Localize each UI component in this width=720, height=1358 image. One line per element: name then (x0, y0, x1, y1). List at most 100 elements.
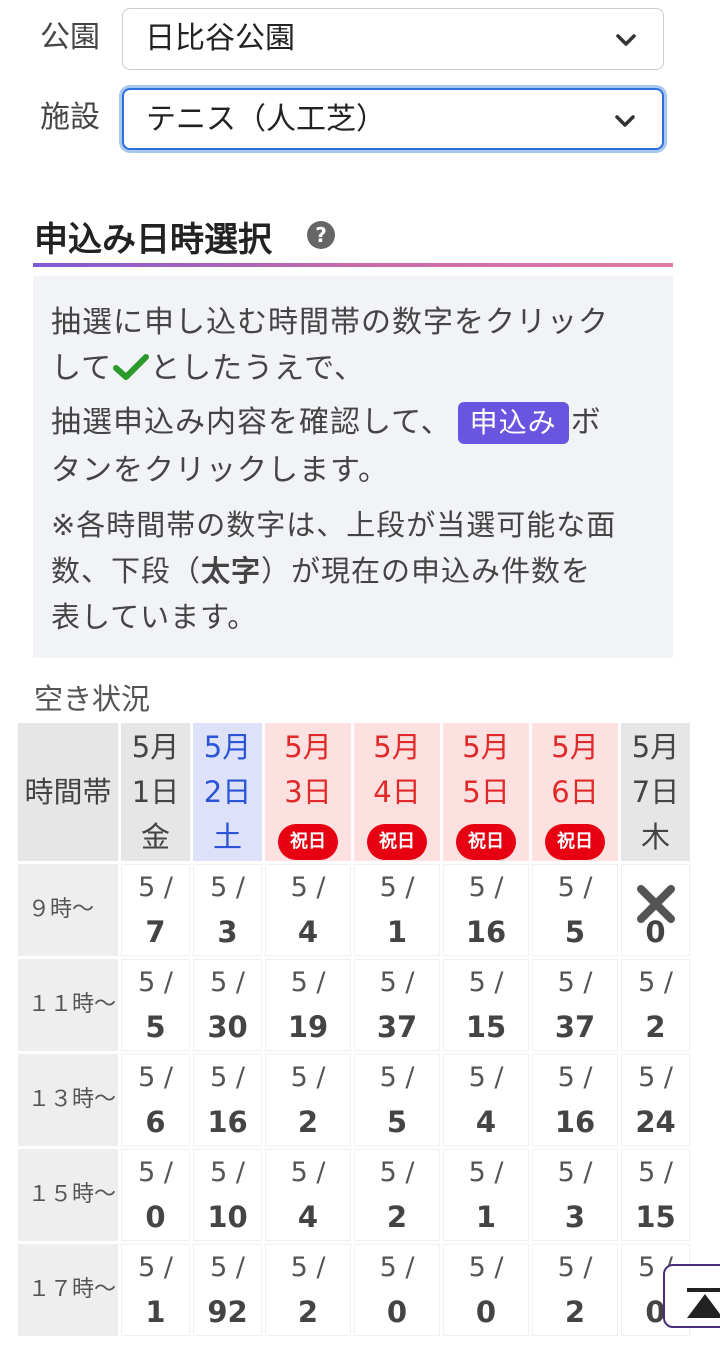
slot-cell[interactable]: 5 /1 (354, 864, 440, 956)
scroll-to-top-button[interactable] (663, 1264, 720, 1328)
application-count: 4 (475, 1105, 497, 1139)
slot-cell[interactable]: 5 /3 (193, 864, 262, 956)
application-count: 5 (145, 1010, 166, 1044)
application-count: 2 (297, 1295, 319, 1329)
slot-cell[interactable]: 5 /7 (121, 864, 190, 956)
day-date: 3日 (284, 774, 332, 809)
time-slot-label: １７時〜 (18, 1244, 118, 1336)
slot-cell[interactable]: 5 /2 (621, 959, 690, 1051)
application-count: 3 (564, 1200, 586, 1234)
slot-cell[interactable]: 5 /92 (193, 1244, 262, 1336)
instruction-line-2-pre: して (51, 351, 113, 386)
park-select[interactable]: 日比谷公園 (122, 8, 664, 70)
slot-cell[interactable]: 5 /16 (193, 1054, 262, 1146)
slot-cell[interactable]: 5 /5 (354, 1054, 440, 1146)
application-count: 4 (297, 915, 319, 949)
application-count: 1 (475, 1200, 497, 1234)
application-count: 5 (386, 1105, 408, 1139)
slot-cell[interactable]: 5 /2 (532, 1244, 618, 1336)
instruction-line-2: して としたうえで、 (51, 346, 661, 392)
note-bold-text: 太字 (201, 554, 262, 588)
slot-cell[interactable]: 5 /5 (121, 959, 190, 1051)
day-header: 5月 7日木 (621, 723, 690, 861)
available-courts: 5 / (290, 1157, 326, 1188)
application-count: 16 (554, 1105, 596, 1139)
slot-cell[interactable]: 5 /6 (121, 1054, 190, 1146)
slot-cell[interactable]: 5 /16 (532, 1054, 618, 1146)
slot-cell[interactable]: 5 /30 (193, 959, 262, 1051)
application-count: 92 (207, 1295, 248, 1329)
table-row: １１時〜 5 /5 5 /30 5 /19 5 /37 5 /15 5 /37 5 /2 (18, 959, 690, 1051)
day-header: 5月 3日 祝日 (265, 723, 351, 861)
slot-cell[interactable]: 5 /5 (532, 864, 618, 956)
table-row: １５時〜 5 /0 5 /10 5 /4 5 /2 5 /1 5 /3 5 /15 (18, 1149, 690, 1241)
day-month: 5月 (373, 729, 421, 764)
day-header: 5月 1日金 (121, 723, 190, 861)
slot-cell[interactable]: 5 /4 (443, 1054, 529, 1146)
day-date: 1日 (131, 774, 180, 809)
application-count: 5 (564, 915, 586, 949)
help-icon[interactable]: ? (307, 221, 335, 249)
note-line-2-post: ）が現在の申込み件数を (261, 554, 592, 588)
slot-cell[interactable]: 5 /24 (621, 1054, 690, 1146)
available-courts: 5 / (138, 967, 173, 998)
application-count: 1 (145, 1295, 166, 1329)
application-count: 2 (564, 1295, 586, 1329)
slot-cell[interactable]: 5 /0 (443, 1244, 529, 1336)
available-courts: 5 / (290, 967, 326, 998)
available-courts: 5 / (557, 1252, 593, 1283)
table-row: １３時〜 5 /6 5 /16 5 /2 5 /5 5 /4 5 /16 5 /24 (18, 1054, 690, 1146)
slot-cell[interactable]: 5 /19 (265, 959, 351, 1051)
time-slot-label: １３時〜 (18, 1054, 118, 1146)
facility-select-value: テニス（人工芝） (146, 102, 386, 137)
instruction-line-3: 抽選申込み内容を確認して、 申込みボ (51, 400, 661, 446)
available-courts: 5 / (210, 967, 245, 998)
park-select-value: 日比谷公園 (145, 21, 295, 56)
slot-cell[interactable]: 5 /37 (354, 959, 440, 1051)
slot-cell[interactable]: 5 /16 (443, 864, 529, 956)
holiday-badge: 祝日 (456, 823, 516, 860)
slot-cell[interactable]: 5 /37 (532, 959, 618, 1051)
day-date: 4日 (373, 774, 421, 809)
slot-cell[interactable]: 5 /0 (354, 1244, 440, 1336)
apply-badge: 申込み (457, 402, 569, 444)
slot-cell[interactable]: 5 /15 (621, 1149, 690, 1241)
available-courts: 5 / (138, 1062, 173, 1093)
slot-cell[interactable]: 5 /1 (443, 1149, 529, 1241)
day-date: 6日 (551, 774, 599, 809)
application-count: 16 (465, 915, 507, 949)
application-count: 3 (217, 915, 238, 949)
slot-cell[interactable]: 5 /4 (265, 864, 351, 956)
slot-cell[interactable]: 5 /10 (193, 1149, 262, 1241)
section-title: 申込み日時選択 (34, 220, 272, 260)
available-courts: 5 / (638, 967, 673, 998)
available-courts: 5 / (138, 1157, 173, 1188)
available-courts: 5 / (379, 1252, 415, 1283)
facility-label: 施設 (40, 100, 100, 135)
holiday-badge: 祝日 (367, 823, 427, 860)
park-row: 公園 日比谷公園 (0, 6, 720, 70)
slot-cell[interactable]: 5 /3 (532, 1149, 618, 1241)
slot-cell[interactable]: 5 /2 (354, 1149, 440, 1241)
instruction-line-3-post: ボ (570, 405, 602, 440)
day-date: 5日 (462, 774, 510, 809)
slot-cell[interactable]: 5 /4 (265, 1149, 351, 1241)
available-courts: 5 / (210, 872, 245, 903)
slot-cell[interactable]: 5 /2 (265, 1244, 351, 1336)
slot-cell[interactable]: 5 /15 (443, 959, 529, 1051)
application-count: 6 (145, 1105, 166, 1139)
available-courts: 5 / (210, 1157, 245, 1188)
application-count: 10 (207, 1200, 248, 1234)
day-weekday: 木 (640, 819, 670, 854)
application-count: 1 (386, 915, 408, 949)
slot-cell[interactable]: 5 /2 (265, 1054, 351, 1146)
time-slot-label: ９時〜 (18, 864, 118, 956)
available-courts: 5 / (557, 872, 593, 903)
table-row: １７時〜 5 /1 5 /92 5 /2 5 /0 5 /0 5 /2 5 /0 (18, 1244, 690, 1336)
slot-cell[interactable]: 5 /1 (121, 1244, 190, 1336)
slot-cell[interactable]: 5 /0 (121, 1149, 190, 1241)
facility-select[interactable]: テニス（人工芝） (122, 88, 664, 150)
available-courts: 5 / (290, 872, 326, 903)
holiday-badge: 祝日 (278, 823, 338, 860)
day-header: 5月 4日祝日 (354, 723, 440, 861)
